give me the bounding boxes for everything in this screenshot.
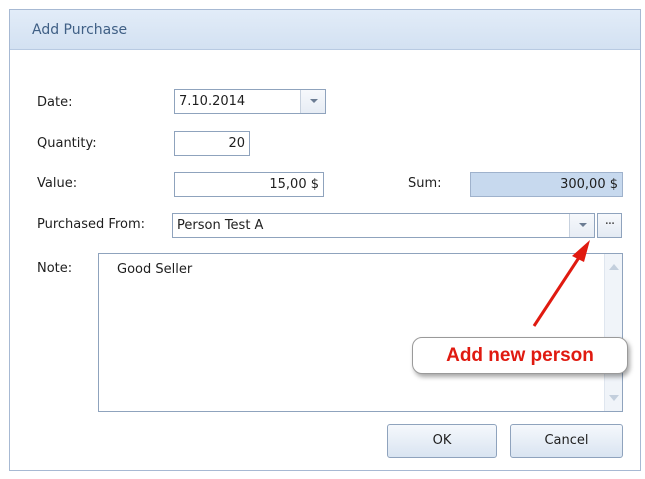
note-scrollbar[interactable]	[604, 254, 622, 411]
scroll-up-icon[interactable]	[609, 264, 619, 270]
chevron-down-icon	[310, 99, 318, 103]
add-new-person-button[interactable]: ···	[597, 213, 622, 238]
date-value: 7.10.2014	[179, 94, 246, 109]
value-label: Value:	[37, 176, 78, 191]
value-field[interactable]: 15,00 $	[174, 172, 324, 197]
title-bar: Add Purchase	[10, 10, 640, 50]
date-dropdown-button[interactable]	[300, 90, 325, 113]
dialog-title: Add Purchase	[32, 22, 128, 38]
ellipsis-icon: ···	[604, 217, 615, 232]
scroll-down-icon[interactable]	[609, 395, 619, 401]
cancel-button[interactable]: Cancel	[510, 424, 623, 458]
purchased-from-combobox[interactable]: Person Test A	[172, 213, 595, 238]
chevron-down-icon	[579, 223, 587, 227]
purchased-from-value: Person Test A	[177, 218, 264, 233]
purchased-from-label: Purchased From:	[37, 217, 146, 232]
note-label: Note:	[37, 261, 73, 276]
quantity-value: 20	[228, 136, 245, 151]
ok-button[interactable]: OK	[387, 424, 497, 458]
sum-label: Sum:	[408, 176, 442, 191]
date-label: Date:	[37, 95, 73, 110]
note-value: Good Seller	[117, 262, 193, 277]
annotation-callout: Add new person	[412, 337, 628, 374]
sum-field: 300,00 $	[470, 172, 623, 197]
quantity-field[interactable]: 20	[174, 131, 250, 156]
sum-value: 300,00 $	[560, 177, 618, 192]
value-amount: 15,00 $	[269, 177, 319, 192]
purchased-from-dropdown-button[interactable]	[569, 214, 594, 237]
date-picker[interactable]: 7.10.2014	[174, 89, 326, 114]
quantity-label: Quantity:	[37, 136, 97, 151]
note-textarea[interactable]: Good Seller	[98, 253, 623, 412]
